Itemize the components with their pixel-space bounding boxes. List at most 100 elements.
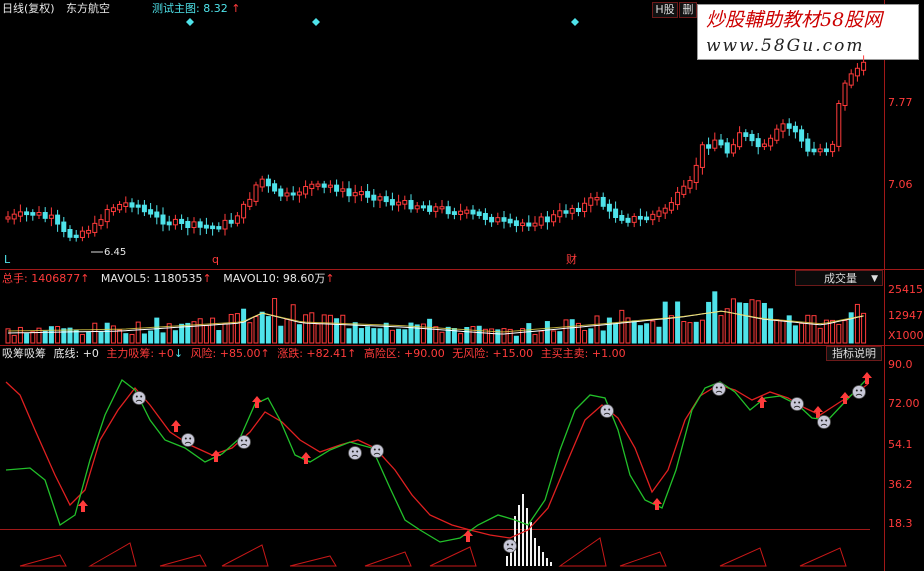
candle-body	[532, 222, 538, 227]
face-circle	[852, 385, 866, 399]
candle-body	[61, 221, 67, 233]
candle-body	[352, 192, 358, 197]
candle-body	[110, 207, 116, 213]
volume-bar	[780, 320, 786, 344]
candle-body	[439, 206, 445, 210]
price-axis-label: 7.77	[888, 96, 913, 109]
volume-bar	[11, 334, 17, 344]
face-eye	[720, 386, 723, 389]
face-circle	[600, 404, 614, 418]
risk-label: 风险: +85.00	[190, 347, 261, 360]
up-arrow-icon: ↑	[347, 347, 357, 360]
sad-face-icon	[370, 444, 384, 458]
histogram-bar	[534, 538, 536, 566]
indicator-explain-button[interactable]: 指标说明	[826, 346, 882, 361]
spike-wave	[619, 551, 667, 567]
candle-body	[315, 183, 321, 187]
candle-body	[197, 221, 203, 228]
candle-body	[755, 138, 761, 148]
red-indicator-line	[5, 381, 869, 539]
up-arrow-icon: ↑	[325, 272, 335, 285]
candle-body	[191, 221, 197, 229]
candle-body	[458, 210, 464, 215]
spike-wave	[289, 555, 337, 567]
volume-bar	[278, 325, 284, 344]
high-risk-label: 高险区: +90.00	[363, 347, 445, 360]
candle-body	[365, 191, 371, 198]
volume-bar	[805, 314, 811, 344]
candle-body	[681, 185, 687, 195]
volume-bar	[365, 326, 371, 344]
volume-bar	[377, 328, 383, 344]
volume-bar	[743, 302, 749, 344]
volume-bar	[582, 329, 588, 344]
face-eye	[140, 395, 143, 398]
volume-bar	[551, 330, 557, 344]
volume-bar	[160, 332, 166, 344]
volume-selector[interactable]: 成交量 ▼	[795, 270, 883, 286]
volume-bar	[172, 330, 178, 344]
candle-body	[482, 213, 488, 220]
volume-bar	[637, 325, 643, 344]
spike-wave	[364, 551, 412, 567]
indicator-axis-label: 54.1	[888, 438, 913, 451]
candle-body	[786, 123, 792, 129]
candlestick-series	[5, 55, 867, 242]
candle-body	[737, 132, 743, 148]
volume-bar	[544, 321, 550, 344]
volume-bar	[774, 319, 780, 344]
candle-body	[768, 137, 774, 147]
candle-body	[272, 183, 278, 192]
candle-body	[470, 209, 476, 215]
candle-body	[526, 222, 532, 227]
candle-body	[631, 215, 637, 223]
candle-body	[396, 201, 402, 206]
candle-body	[222, 219, 228, 230]
candle-body	[290, 192, 296, 196]
up-arrow-icon	[840, 392, 850, 404]
candle-body	[172, 218, 178, 226]
volume-bar	[799, 322, 805, 344]
white-histogram	[506, 494, 552, 566]
candle-body	[17, 211, 23, 217]
volume-bar	[210, 317, 216, 344]
candle-body	[129, 202, 135, 208]
volume-bar	[389, 329, 395, 344]
candle-body	[538, 216, 544, 226]
total-volume-label: 总手: 1406877	[2, 272, 81, 285]
volume-bar	[222, 323, 228, 344]
candle-body	[836, 102, 842, 147]
candle-body	[792, 125, 798, 133]
volume-bar	[154, 317, 160, 344]
volume-bar	[619, 309, 625, 344]
candle-body	[718, 139, 724, 146]
candle-body	[644, 216, 650, 221]
face-circle	[790, 397, 804, 411]
volume-bar	[402, 329, 408, 344]
candle-body	[340, 188, 346, 192]
up-arrow-icon: ↑	[80, 272, 90, 285]
candle-body	[489, 216, 495, 223]
candle-body	[557, 210, 563, 218]
candle-body	[712, 139, 718, 149]
candle-body	[606, 203, 612, 212]
histogram-bar	[546, 558, 548, 566]
candle-body	[334, 184, 340, 192]
volume-bar	[104, 322, 110, 344]
volume-bar	[303, 314, 309, 344]
bottom-spikes	[19, 537, 847, 567]
indicator-name: 吸筹吸筹	[2, 347, 46, 360]
candle-body	[371, 194, 377, 201]
volume-bar	[129, 333, 135, 344]
face-circle	[237, 435, 251, 449]
histogram-bar	[522, 494, 524, 566]
candle-body	[389, 199, 395, 206]
candle-body	[637, 215, 643, 220]
candle-body	[377, 196, 383, 201]
candle-body	[575, 207, 581, 212]
volume-bar	[30, 331, 36, 344]
volume-bar	[48, 326, 54, 344]
volume-bar	[792, 325, 798, 344]
candle-body	[234, 215, 240, 224]
candle-body	[699, 144, 705, 168]
